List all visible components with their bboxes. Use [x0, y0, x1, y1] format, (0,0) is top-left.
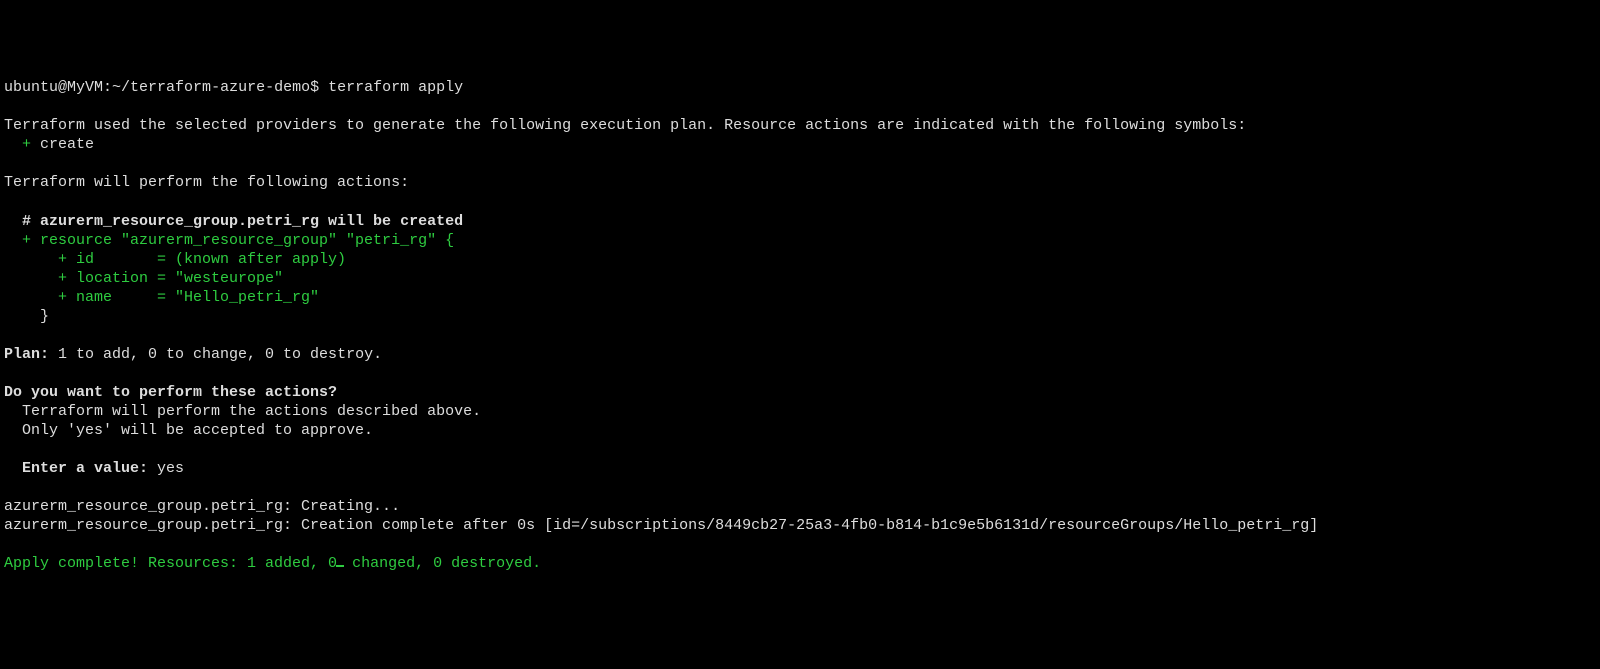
- creating-line: azurerm_resource_group.petri_rg: Creatin…: [4, 498, 400, 515]
- attr-location: + location = "westeurope": [4, 270, 283, 287]
- created-line: azurerm_resource_group.petri_rg: Creatio…: [4, 517, 1318, 534]
- prompt-path: ~/terraform-azure-demo: [112, 79, 310, 96]
- apply-complete-b: changed, 0 destroyed.: [343, 555, 541, 572]
- plan-intro: Terraform used the selected providers to…: [4, 117, 1246, 134]
- prompt-sep: :: [103, 79, 112, 96]
- command: terraform apply: [328, 79, 463, 96]
- confirm-line-2: Only 'yes' will be accepted to approve.: [4, 422, 373, 439]
- resource-open: + resource "azurerm_resource_group" "pet…: [4, 232, 454, 249]
- resource-close: }: [4, 308, 49, 325]
- attr-name: + name = "Hello_petri_rg": [4, 289, 319, 306]
- actions-header: Terraform will perform the following act…: [4, 174, 409, 191]
- enter-value-input[interactable]: yes: [157, 460, 184, 477]
- create-word: create: [40, 136, 94, 153]
- plan-label: Plan:: [4, 346, 49, 363]
- prompt-symbol: $: [310, 79, 319, 96]
- attr-id: + id = (known after apply): [4, 251, 346, 268]
- apply-complete-a: Apply complete! Resources: 1 added, 0: [4, 555, 337, 572]
- resource-comment: # azurerm_resource_group.petri_rg will b…: [4, 213, 463, 230]
- confirm-question: Do you want to perform these actions?: [4, 384, 337, 401]
- confirm-line-1: Terraform will perform the actions descr…: [4, 403, 481, 420]
- create-symbol: +: [4, 136, 40, 153]
- plan-rest: 1 to add, 0 to change, 0 to destroy.: [49, 346, 382, 363]
- prompt-user-host: ubuntu@MyVM: [4, 79, 103, 96]
- enter-value-label: Enter a value:: [4, 460, 157, 477]
- terminal-output[interactable]: ubuntu@MyVM:~/terraform-azure-demo$ terr…: [4, 78, 1596, 573]
